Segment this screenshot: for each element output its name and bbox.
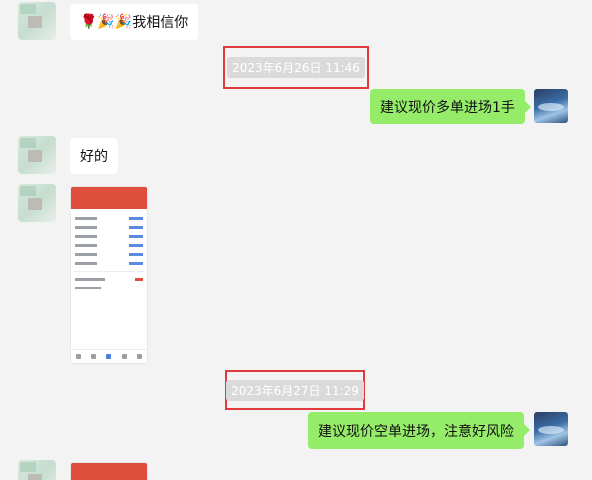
screenshot-image[interactable]: [70, 186, 148, 364]
message-text: 建议现价空单进场，注意好风险: [318, 423, 514, 440]
contact-avatar[interactable]: [18, 2, 56, 40]
message-bubble-incoming[interactable]: 好的: [70, 138, 118, 174]
message-text: 建议现价多单进场1手: [380, 99, 515, 116]
contact-avatar[interactable]: [18, 184, 56, 222]
timestamp-highlight: 2023年6月26日 11:46: [223, 46, 369, 89]
self-avatar[interactable]: [534, 412, 568, 446]
self-avatar[interactable]: [534, 89, 568, 123]
timestamp: 2023年6月26日 11:46: [227, 57, 365, 78]
contact-avatar[interactable]: [18, 136, 56, 174]
app-header: [71, 187, 147, 209]
message-bubble-outgoing[interactable]: 建议现价空单进场，注意好风险: [308, 412, 530, 449]
timestamp: 2023年6月27日 11:29: [226, 379, 364, 401]
message-bubble-incoming[interactable]: 🌹🎉🎉 我相信你: [70, 4, 199, 40]
message-bubble-outgoing[interactable]: 建议现价多单进场1手: [370, 89, 531, 124]
message-text: 我相信你: [132, 15, 189, 31]
app-bottom-nav: [71, 349, 147, 363]
contact-avatar[interactable]: [18, 460, 56, 480]
emoji-text: 🌹🎉🎉: [80, 14, 133, 30]
app-header: [71, 463, 147, 480]
timestamp-highlight: 2023年6月27日 11:29: [225, 370, 365, 410]
message-text: 好的: [80, 149, 108, 165]
screenshot-image[interactable]: [70, 462, 148, 480]
